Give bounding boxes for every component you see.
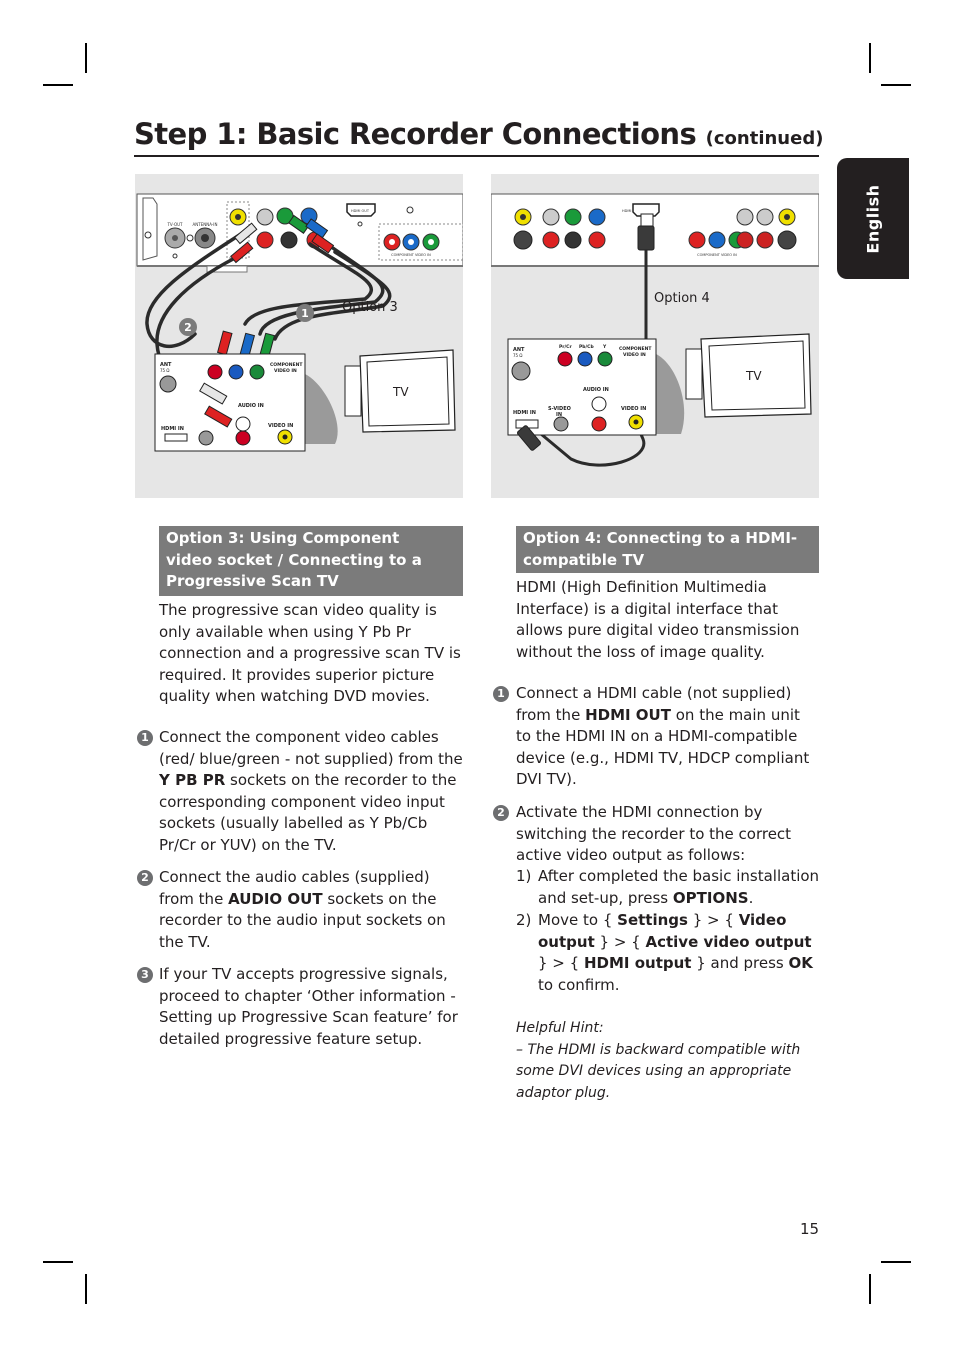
heading-line: Progressive Scan TV <box>166 572 339 590</box>
tv-label: TV <box>746 369 762 383</box>
crop-mark <box>85 1274 87 1304</box>
language-tab: English <box>837 158 909 279</box>
svg-text:COMPONENT: COMPONENT <box>270 362 303 368</box>
svg-text:Pb/Cb: Pb/Cb <box>579 344 594 350</box>
substep-text: Move to { Settings } > { Video output } … <box>538 911 813 994</box>
crop-mark <box>43 84 73 86</box>
emphasis: Active video output <box>645 932 812 951</box>
step-text: Connect a HDMI cable (not supplied) from… <box>516 684 810 788</box>
substep-number: 2) <box>516 911 532 929</box>
recorder-panel: HDMI OUT COMPONENT VIDEO IN <box>491 193 819 267</box>
heading-line: Option 4: Connecting to a HDMI- <box>523 529 798 547</box>
svg-text:HDMI IN: HDMI IN <box>513 410 536 416</box>
crop-mark <box>85 43 87 73</box>
page-title: Step 1: Basic Recorder Connections (cont… <box>134 112 823 161</box>
heading-line: Option 3: Using Component <box>166 529 400 547</box>
callout-2: 2 <box>179 318 197 336</box>
svg-text:AUDIO IN: AUDIO IN <box>238 403 264 409</box>
step-text: If your TV accepts progressive signals, … <box>159 965 458 1048</box>
tv-out-label: TV-OUT <box>166 222 183 227</box>
step-text: Activate the HDMI connection by switchin… <box>516 803 792 864</box>
antenna-in-label: ANTENNA-IN <box>193 222 218 227</box>
svg-text:HDMI IN: HDMI IN <box>161 426 184 432</box>
component-video-in-label: COMPONENT VIDEO IN <box>697 253 737 257</box>
recorder-panel: TV-OUT ANTENNA-IN COMPONENT VIDEO IN HDM… <box>136 193 463 273</box>
page-title-suffix: (continued) <box>705 128 824 149</box>
step-number-badge: 2 <box>493 805 509 821</box>
option4-label: Option 4 <box>654 291 710 306</box>
substep-text: After completed the basic installation a… <box>538 867 820 907</box>
emphasis: OPTIONS <box>672 888 749 907</box>
step-number-badge: 1 <box>493 686 509 702</box>
hint-title: Helpful Hint: <box>516 1020 604 1036</box>
hint-text: – The HDMI is backward compatible with s… <box>516 1041 801 1101</box>
svg-text:COMPONENT: COMPONENT <box>619 346 652 352</box>
emphasis: AUDIO OUT <box>228 889 323 908</box>
svg-text:2: 2 <box>184 321 192 334</box>
language-tab-label: English <box>863 183 883 254</box>
option3-diagram: TV-OUT ANTENNA-IN COMPONENT VIDEO IN HDM… <box>136 193 463 452</box>
option4-intro: HDMI (High Definition Multimedia Interfa… <box>516 578 800 661</box>
svg-text:75 Ω: 75 Ω <box>160 368 169 373</box>
svg-text:75 Ω: 75 Ω <box>513 353 522 358</box>
tv-connector-panel: ANT 75 Ω COMPONENT VIDEO IN AUDIO IN VID… <box>154 353 338 452</box>
svg-text:Pr/Cr: Pr/Cr <box>559 344 572 350</box>
figure-option3: TV-OUT ANTENNA-IN COMPONENT VIDEO IN HDM… <box>135 174 463 498</box>
option4-diagram: HDMI OUT COMPONENT VIDEO IN ANT 75 Ω Pr/… <box>491 193 819 467</box>
tv-connector-panel: ANT 75 Ω Pr/Cr Pb/Cb Y COMPONENT VIDEO I… <box>507 338 685 451</box>
svg-text:Y: Y <box>602 344 607 350</box>
figure-option4: HDMI OUT COMPONENT VIDEO IN ANT 75 Ω Pr/… <box>491 174 819 498</box>
step-number-badge: 1 <box>137 730 153 746</box>
step-text: Connect the audio cables (supplied) from… <box>159 868 446 951</box>
svg-text:1: 1 <box>301 307 309 320</box>
hdmi-out-label: HDMI OUT <box>351 209 370 213</box>
substep-number: 1) <box>516 867 532 885</box>
crop-mark <box>869 1274 871 1304</box>
svg-text:AUDIO IN: AUDIO IN <box>583 387 609 393</box>
emphasis: Y PB PR <box>159 771 226 789</box>
option3-label: Option 3 <box>342 300 398 315</box>
option3-intro: The progressive scan video quality is on… <box>159 601 461 705</box>
page-title-main: Step 1: Basic Recorder Connections <box>134 117 697 151</box>
heading-line: compatible TV <box>523 550 645 569</box>
option4-heading: Option 4: Connecting to a HDMI- compatib… <box>516 526 819 573</box>
helpful-hint: Helpful Hint: – The HDMI is backward com… <box>516 1018 821 1104</box>
emphasis: Settings <box>617 911 688 929</box>
crop-mark <box>881 84 911 86</box>
crop-mark <box>881 1261 911 1263</box>
page-number: 15 <box>800 1220 820 1238</box>
emphasis: OK <box>788 954 813 972</box>
emphasis: HDMI output <box>583 954 692 972</box>
crop-mark <box>43 1261 73 1263</box>
step-number-badge: 2 <box>137 870 153 886</box>
option3-heading: Option 3: Using Component video socket /… <box>159 526 463 596</box>
step-text: Connect the component video cables (red/… <box>159 728 463 854</box>
heading-line: video socket / Connecting to a <box>166 550 422 569</box>
step-number-badge: 3 <box>137 967 153 983</box>
tv-label: TV <box>393 385 409 399</box>
svg-text:VIDEO IN: VIDEO IN <box>623 352 646 358</box>
svg-text:VIDEO IN: VIDEO IN <box>274 368 297 374</box>
svg-text:VIDEO IN: VIDEO IN <box>268 423 293 429</box>
callout-1: 1 <box>296 304 314 322</box>
svg-text:VIDEO IN: VIDEO IN <box>621 406 646 412</box>
component-video-in-label: COMPONENT VIDEO IN <box>391 253 431 257</box>
crop-mark <box>869 43 871 73</box>
emphasis: HDMI OUT <box>585 705 671 724</box>
title-rule <box>134 155 819 157</box>
